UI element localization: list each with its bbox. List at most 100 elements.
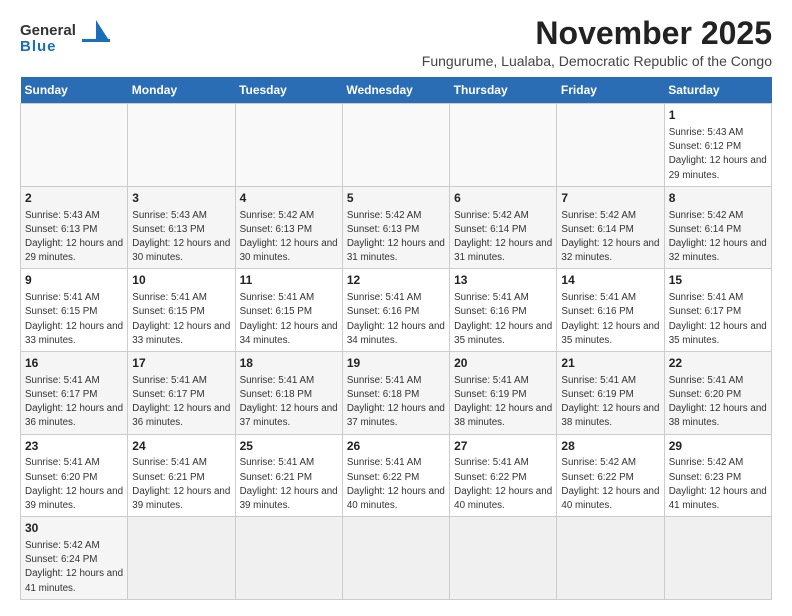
table-row xyxy=(342,104,449,187)
table-row: 3Sunrise: 5:43 AM Sunset: 6:13 PM Daylig… xyxy=(128,186,235,269)
day-info: Sunrise: 5:41 AM Sunset: 6:21 PM Dayligh… xyxy=(240,456,338,513)
table-row: 9 Sunrise: 5:41 AM Sunset: 6:15 PM Daylig… xyxy=(21,269,128,352)
table-row: 25Sunrise: 5:41 AM Sunset: 6:21 PM Dayli… xyxy=(235,434,342,517)
day-number: 23 xyxy=(25,438,123,455)
location-subtitle: Fungurume, Lualaba, Democratic Republic … xyxy=(422,53,772,69)
day-number: 16 xyxy=(25,355,123,372)
header-saturday: Saturday xyxy=(664,77,771,104)
table-row: 30Sunrise: 5:42 AM Sunset: 6:24 PM Dayli… xyxy=(21,517,128,600)
day-number: 12 xyxy=(347,272,445,289)
day-number: 25 xyxy=(240,438,338,455)
logo-area: General Blue xyxy=(20,16,110,55)
table-row xyxy=(450,517,557,600)
table-row xyxy=(235,517,342,600)
day-info: Sunrise: 5:41 AM Sunset: 6:17 PM Dayligh… xyxy=(132,374,230,431)
table-row xyxy=(664,517,771,600)
table-row xyxy=(450,104,557,187)
table-row: 27Sunrise: 5:41 AM Sunset: 6:22 PM Dayli… xyxy=(450,434,557,517)
calendar-week-row: 1 Sunrise: 5:43 AM Sunset: 6:12 PM Daylig… xyxy=(21,104,772,187)
day-info: Sunrise: 5:42 AM Sunset: 6:14 PM Dayligh… xyxy=(454,209,552,266)
table-row xyxy=(557,517,664,600)
day-info: Sunrise: 5:43 AM Sunset: 6:13 PM Dayligh… xyxy=(132,209,230,266)
page-header: General Blue November 2025 Fungurume, Lu… xyxy=(20,16,772,69)
calendar-week-row: 9 Sunrise: 5:41 AM Sunset: 6:15 PM Daylig… xyxy=(21,269,772,352)
day-number: 11 xyxy=(240,272,338,289)
day-number: 2 xyxy=(25,190,123,207)
calendar-week-row: 30Sunrise: 5:42 AM Sunset: 6:24 PM Dayli… xyxy=(21,517,772,600)
day-info: Sunrise: 5:43 AM Sunset: 6:12 PM Dayligh… xyxy=(669,126,767,183)
calendar-table: Sunday Monday Tuesday Wednesday Thursday… xyxy=(20,77,772,600)
table-row xyxy=(128,104,235,187)
day-number: 5 xyxy=(347,190,445,207)
table-row: 4Sunrise: 5:42 AM Sunset: 6:13 PM Daylig… xyxy=(235,186,342,269)
table-row: 6Sunrise: 5:42 AM Sunset: 6:14 PM Daylig… xyxy=(450,186,557,269)
day-number: 9 xyxy=(25,272,123,289)
day-info: Sunrise: 5:41 AM Sunset: 6:20 PM Dayligh… xyxy=(669,374,767,431)
day-info: Sunrise: 5:42 AM Sunset: 6:22 PM Dayligh… xyxy=(561,456,659,513)
day-info: Sunrise: 5:41 AM Sunset: 6:16 PM Dayligh… xyxy=(347,291,445,348)
table-row: 23Sunrise: 5:41 AM Sunset: 6:20 PM Dayli… xyxy=(21,434,128,517)
day-info: Sunrise: 5:41 AM Sunset: 6:18 PM Dayligh… xyxy=(240,374,338,431)
table-row: 28Sunrise: 5:42 AM Sunset: 6:22 PM Dayli… xyxy=(557,434,664,517)
table-row: 11 Sunrise: 5:41 AM Sunset: 6:15 PM Dayli… xyxy=(235,269,342,352)
day-info: Sunrise: 5:42 AM Sunset: 6:14 PM Dayligh… xyxy=(561,209,659,266)
header-friday: Friday xyxy=(557,77,664,104)
day-number: 14 xyxy=(561,272,659,289)
day-number: 21 xyxy=(561,355,659,372)
day-info: Sunrise: 5:41 AM Sunset: 6:15 PM Dayligh… xyxy=(132,291,230,348)
logo-blue-text: Blue xyxy=(20,38,57,55)
logo-icon xyxy=(82,20,110,42)
day-info: Sunrise: 5:41 AM Sunset: 6:15 PM Dayligh… xyxy=(25,291,123,348)
table-row xyxy=(21,104,128,187)
weekday-header-row: Sunday Monday Tuesday Wednesday Thursday… xyxy=(21,77,772,104)
table-row: 8Sunrise: 5:42 AM Sunset: 6:14 PM Daylig… xyxy=(664,186,771,269)
day-number: 24 xyxy=(132,438,230,455)
day-number: 10 xyxy=(132,272,230,289)
calendar-week-row: 23Sunrise: 5:41 AM Sunset: 6:20 PM Dayli… xyxy=(21,434,772,517)
day-number: 8 xyxy=(669,190,767,207)
table-row: 10 Sunrise: 5:41 AM Sunset: 6:15 PM Dayli… xyxy=(128,269,235,352)
day-number: 17 xyxy=(132,355,230,372)
day-number: 27 xyxy=(454,438,552,455)
table-row: 18 Sunrise: 5:41 AM Sunset: 6:18 PM Dayli… xyxy=(235,352,342,435)
day-info: Sunrise: 5:41 AM Sunset: 6:17 PM Dayligh… xyxy=(669,291,767,348)
table-row: 21 Sunrise: 5:41 AM Sunset: 6:19 PM Dayli… xyxy=(557,352,664,435)
table-row: 1 Sunrise: 5:43 AM Sunset: 6:12 PM Daylig… xyxy=(664,104,771,187)
table-row: 16 Sunrise: 5:41 AM Sunset: 6:17 PM Dayli… xyxy=(21,352,128,435)
day-info: Sunrise: 5:41 AM Sunset: 6:19 PM Dayligh… xyxy=(561,374,659,431)
table-row: 12 Sunrise: 5:41 AM Sunset: 6:16 PM Dayli… xyxy=(342,269,449,352)
day-info: Sunrise: 5:41 AM Sunset: 6:17 PM Dayligh… xyxy=(25,374,123,431)
title-area: November 2025 Fungurume, Lualaba, Democr… xyxy=(422,16,772,69)
table-row xyxy=(557,104,664,187)
calendar-week-row: 16 Sunrise: 5:41 AM Sunset: 6:17 PM Dayli… xyxy=(21,352,772,435)
day-number: 29 xyxy=(669,438,767,455)
table-row: 15 Sunrise: 5:41 AM Sunset: 6:17 PM Dayli… xyxy=(664,269,771,352)
table-row: 20Sunrise: 5:41 AM Sunset: 6:19 PM Dayli… xyxy=(450,352,557,435)
day-number: 28 xyxy=(561,438,659,455)
calendar-week-row: 2 Sunrise: 5:43 AM Sunset: 6:13 PM Daylig… xyxy=(21,186,772,269)
day-number: 15 xyxy=(669,272,767,289)
table-row xyxy=(342,517,449,600)
table-row: 7Sunrise: 5:42 AM Sunset: 6:14 PM Daylig… xyxy=(557,186,664,269)
day-number: 4 xyxy=(240,190,338,207)
day-number: 20 xyxy=(454,355,552,372)
day-info: Sunrise: 5:41 AM Sunset: 6:18 PM Dayligh… xyxy=(347,374,445,431)
header-monday: Monday xyxy=(128,77,235,104)
header-tuesday: Tuesday xyxy=(235,77,342,104)
day-number: 22 xyxy=(669,355,767,372)
month-title: November 2025 xyxy=(422,16,772,51)
header-thursday: Thursday xyxy=(450,77,557,104)
day-info: Sunrise: 5:41 AM Sunset: 6:21 PM Dayligh… xyxy=(132,456,230,513)
day-number: 18 xyxy=(240,355,338,372)
table-row xyxy=(235,104,342,187)
day-number: 19 xyxy=(347,355,445,372)
table-row: 17 Sunrise: 5:41 AM Sunset: 6:17 PM Dayli… xyxy=(128,352,235,435)
day-info: Sunrise: 5:41 AM Sunset: 6:15 PM Dayligh… xyxy=(240,291,338,348)
day-info: Sunrise: 5:43 AM Sunset: 6:13 PM Dayligh… xyxy=(25,209,123,266)
day-info: Sunrise: 5:41 AM Sunset: 6:22 PM Dayligh… xyxy=(454,456,552,513)
day-info: Sunrise: 5:41 AM Sunset: 6:22 PM Dayligh… xyxy=(347,456,445,513)
day-number: 1 xyxy=(669,107,767,124)
day-info: Sunrise: 5:42 AM Sunset: 6:24 PM Dayligh… xyxy=(25,539,123,596)
table-row: 14Sunrise: 5:41 AM Sunset: 6:16 PM Dayli… xyxy=(557,269,664,352)
table-row: 22 Sunrise: 5:41 AM Sunset: 6:20 PM Dayli… xyxy=(664,352,771,435)
